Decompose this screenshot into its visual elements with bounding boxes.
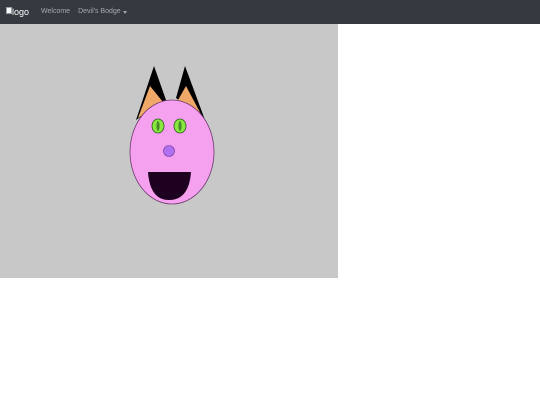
brand-logo[interactable]: logo (6, 0, 29, 24)
nav-link-welcome[interactable]: Welcome (41, 0, 70, 24)
nav-dropdown-devils-bodge[interactable]: Devil's Bodge (78, 0, 127, 24)
logo-alt-text: logo (12, 7, 30, 17)
left-eye-icon (151, 118, 165, 134)
top-navbar: logo Welcome Devil's Bodge (0, 0, 540, 24)
right-eye-icon (173, 118, 187, 134)
nav-dropdown-label: Devil's Bodge (78, 8, 121, 15)
broken-image-icon (6, 6, 12, 14)
devil-face-drawing (129, 66, 215, 205)
nose-icon (163, 145, 175, 157)
caret-down-icon (122, 10, 127, 14)
drawing-canvas[interactable] (0, 24, 338, 278)
nav-link-welcome-label: Welcome (41, 8, 71, 15)
